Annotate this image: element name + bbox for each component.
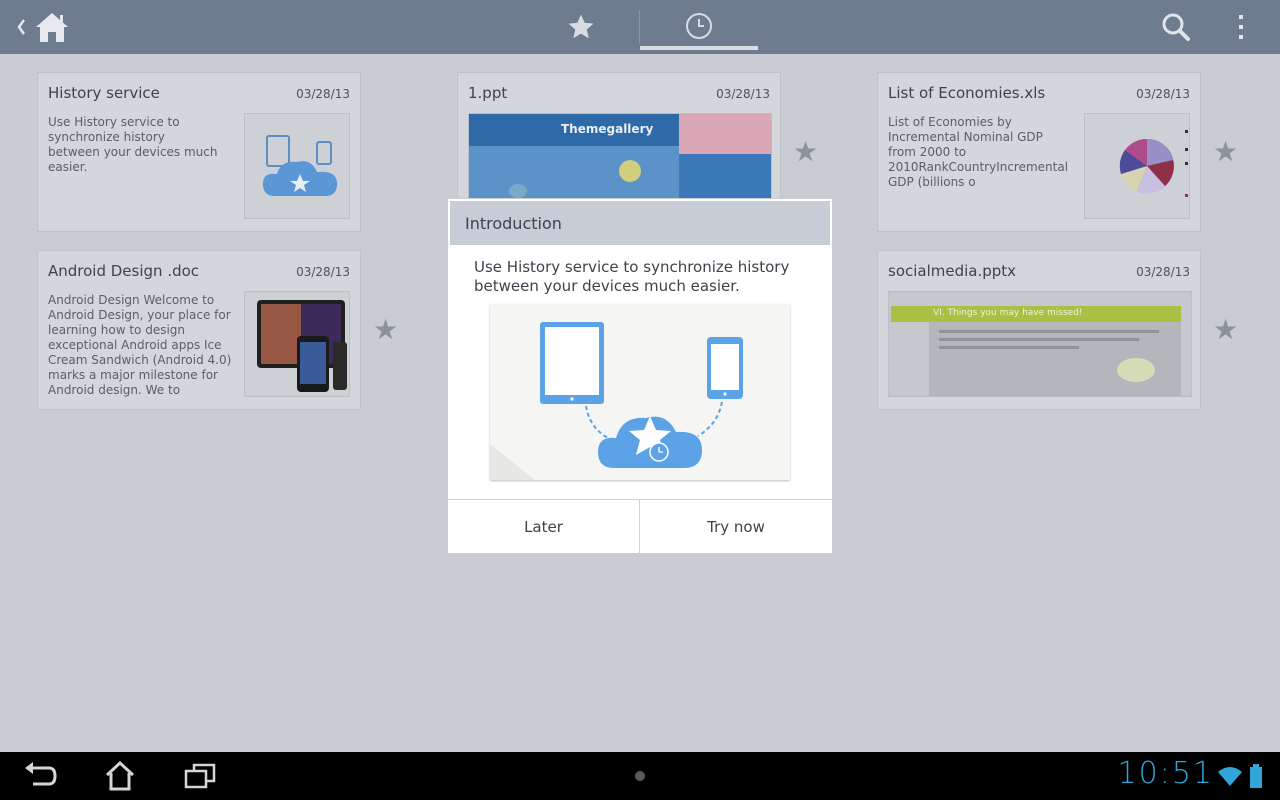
search-icon — [1162, 13, 1190, 41]
thumbnail-text: VI. Things you may have missed! — [933, 308, 1083, 318]
recent-apps-icon — [184, 763, 216, 789]
later-button[interactable]: Later — [448, 500, 639, 554]
card-date: 03/28/13 — [1136, 265, 1190, 279]
card-date: 03/28/13 — [296, 87, 350, 101]
home-nav-button[interactable] — [102, 760, 138, 792]
search-button[interactable] — [1156, 8, 1196, 46]
overflow-menu-button[interactable] — [1226, 8, 1256, 46]
star-icon — [568, 14, 594, 39]
card-title: List of Economies.xls — [888, 84, 1046, 102]
try-now-button[interactable]: Try now — [640, 500, 832, 554]
favorite-star-icon[interactable]: ★ — [793, 138, 818, 166]
history-card[interactable]: socialmedia.pptx 03/28/13 VI. Things you… — [877, 250, 1201, 410]
card-title: Android Design .doc — [48, 262, 200, 280]
dialog-title: Introduction — [465, 214, 562, 233]
wifi-icon[interactable] — [1216, 764, 1244, 792]
tab-history-indicator — [640, 46, 758, 50]
home-outline-icon — [105, 761, 135, 791]
home-icon — [17, 13, 68, 42]
card-title: History service — [48, 84, 160, 102]
thumbnail-text: Themegallery — [561, 122, 654, 136]
clock[interactable]: 10:51 — [1118, 756, 1214, 791]
card-date: 03/28/13 — [716, 87, 770, 101]
favorite-star-icon[interactable]: ★ — [1213, 138, 1238, 166]
dialog-button-bar: Later Try now — [448, 499, 832, 554]
history-card[interactable]: Android Design .doc 03/28/13 Android Des… — [37, 250, 361, 410]
card-date: 03/28/13 — [1136, 87, 1190, 101]
back-nav-button[interactable] — [22, 760, 58, 792]
tab-favorites[interactable] — [560, 8, 602, 46]
recent-apps-button[interactable] — [182, 760, 218, 792]
home-up-button[interactable] — [14, 10, 74, 44]
pie-chart-thumbnail — [1119, 130, 1188, 197]
battery-icon[interactable] — [1250, 764, 1262, 792]
sync-cloud-icon — [263, 135, 337, 196]
more-vertical-icon — [1239, 15, 1243, 39]
card-title: socialmedia.pptx — [888, 262, 1017, 280]
dialog-message: Use History service to synchronize histo… — [474, 258, 790, 295]
card-thumbnail: VI. Things you may have missed! — [888, 291, 1192, 397]
clock-icon — [686, 13, 712, 39]
card-thumbnail — [244, 113, 350, 219]
card-description: List of Economies by Incremental Nominal… — [888, 115, 1069, 189]
card-description: Android Design Welcome to Android Design… — [48, 293, 232, 397]
card-thumbnail — [244, 291, 350, 397]
favorite-star-icon[interactable]: ★ — [1213, 316, 1238, 344]
action-bar — [0, 0, 1280, 55]
dialog-header: Introduction — [450, 201, 830, 245]
history-card[interactable]: List of Economies.xls 03/28/13 List of E… — [877, 72, 1201, 232]
tab-divider — [639, 10, 640, 44]
back-arrow-icon — [25, 762, 57, 786]
card-description: Use History service to synchronize histo… — [48, 115, 218, 174]
dialog-illustration — [490, 304, 790, 480]
devices-thumbnail — [257, 300, 347, 392]
history-card[interactable]: History service 03/28/13 Use History ser… — [37, 72, 361, 232]
favorite-star-icon[interactable]: ★ — [373, 316, 398, 344]
system-bar: 10:51 — [0, 752, 1280, 800]
card-date: 03/28/13 — [296, 265, 350, 279]
card-thumbnail — [1084, 113, 1190, 219]
page-indicator-dot — [635, 771, 645, 781]
sync-devices-illustration — [490, 322, 743, 480]
introduction-dialog: Introduction Use History service to sync… — [448, 199, 832, 554]
tab-history[interactable] — [678, 8, 720, 44]
card-title: 1.ppt — [468, 84, 508, 102]
